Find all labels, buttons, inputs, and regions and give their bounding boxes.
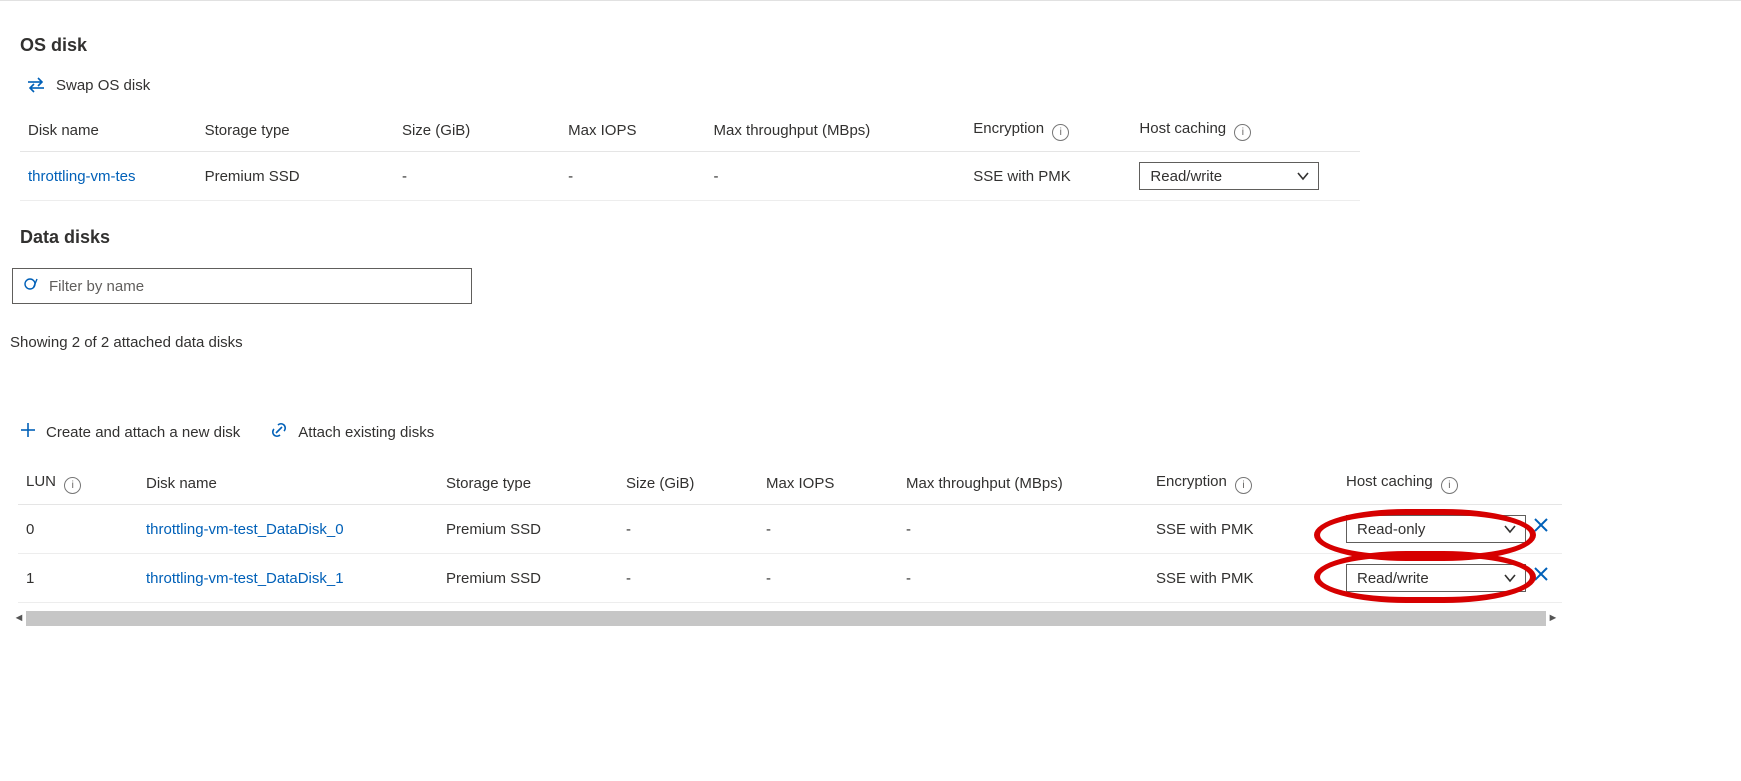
chevron-down-icon [1503,573,1517,583]
info-icon[interactable]: i [1441,477,1458,494]
col-encryption: Encryption i [1148,463,1338,505]
storage-type-cell: Premium SSD [438,505,618,554]
max-iops-cell: - [758,554,898,603]
table-row: 1 throttling-vm-test_DataDisk_1 Premium SS… [18,554,1562,603]
swap-os-disk-label: Swap OS disk [56,77,150,94]
showing-count: Showing 2 of 2 attached data disks [10,334,1735,351]
attach-icon [270,421,288,443]
lun-cell: 0 [18,505,138,554]
info-icon[interactable]: i [64,477,81,494]
scroll-track[interactable] [26,611,1546,626]
data-host-caching-value: Read-only [1357,521,1425,538]
create-attach-label: Create and attach a new disk [46,424,240,441]
col-max-iops: Max IOPS [560,110,705,152]
horizontal-scrollbar[interactable]: ◄ ► [12,609,1560,627]
col-disk-name: Disk name [20,110,197,152]
table-row: 0 throttling-vm-test_DataDisk_0 Premium SS… [18,505,1562,554]
col-lun: LUN i [18,463,138,505]
create-attach-disk-button[interactable]: Create and attach a new disk [20,422,240,442]
col-encryption: Encryption i [965,110,1131,152]
os-disk-row: throttling-vm-tes Premium SSD - - - SSE … [20,152,1360,201]
info-icon[interactable]: i [1235,477,1252,494]
data-disks-section-title: Data disks [20,227,1735,248]
data-disk-name-link[interactable]: throttling-vm-test_DataDisk_0 [146,521,344,538]
info-icon[interactable]: i [1234,124,1251,141]
chevron-down-icon [1503,524,1517,534]
col-max-iops: Max IOPS [758,463,898,505]
attach-existing-disks-button[interactable]: Attach existing disks [270,421,434,443]
max-throughput-cell: - [898,554,1148,603]
data-host-caching-value: Read/write [1357,570,1429,587]
col-max-throughput: Max throughput (MBps) [898,463,1148,505]
os-size: - [394,152,560,201]
col-host-caching: Host caching i [1131,110,1360,152]
chevron-down-icon [1296,171,1310,181]
col-storage-type: Storage type [197,110,394,152]
os-encryption: SSE with PMK [965,152,1131,201]
col-storage-type: Storage type [438,463,618,505]
col-size: Size (GiB) [394,110,560,152]
plus-icon [20,422,36,442]
scroll-right-arrow[interactable]: ► [1546,612,1560,624]
swap-os-disk-button[interactable]: Swap OS disk [26,76,150,94]
data-disk-name-link[interactable]: throttling-vm-test_DataDisk_1 [146,570,344,587]
storage-type-cell: Premium SSD [438,554,618,603]
filter-by-name-field[interactable] [12,268,472,304]
os-max-throughput: - [706,152,966,201]
data-disks-table: LUN i Disk name Storage type Size (GiB) … [18,463,1562,603]
lun-cell: 1 [18,554,138,603]
col-host-caching: Host caching i [1338,463,1562,505]
size-cell: - [618,554,758,603]
col-max-throughput: Max throughput (MBps) [706,110,966,152]
data-host-caching-dropdown[interactable]: Read/write [1346,564,1526,592]
os-storage-type: Premium SSD [197,152,394,201]
os-disk-section-title: OS disk [20,35,1735,56]
os-host-caching-dropdown[interactable]: Read/write [1139,162,1319,190]
max-throughput-cell: - [898,505,1148,554]
detach-disk-button[interactable] [1532,516,1550,534]
max-iops-cell: - [758,505,898,554]
os-host-caching-value: Read/write [1150,168,1222,185]
swap-icon [26,76,46,94]
os-disk-table: Disk name Storage type Size (GiB) Max IO… [20,110,1360,201]
col-disk-name: Disk name [138,463,438,505]
filter-input[interactable] [47,277,461,296]
encryption-cell: SSE with PMK [1148,554,1338,603]
encryption-cell: SSE with PMK [1148,505,1338,554]
search-icon [23,277,39,296]
info-icon[interactable]: i [1052,124,1069,141]
os-disk-name-link[interactable]: throttling-vm-tes [28,168,136,185]
attach-existing-label: Attach existing disks [298,424,434,441]
col-size: Size (GiB) [618,463,758,505]
detach-disk-button[interactable] [1532,565,1550,583]
scroll-left-arrow[interactable]: ◄ [12,612,26,624]
os-max-iops: - [560,152,705,201]
size-cell: - [618,505,758,554]
data-host-caching-dropdown[interactable]: Read-only [1346,515,1526,543]
